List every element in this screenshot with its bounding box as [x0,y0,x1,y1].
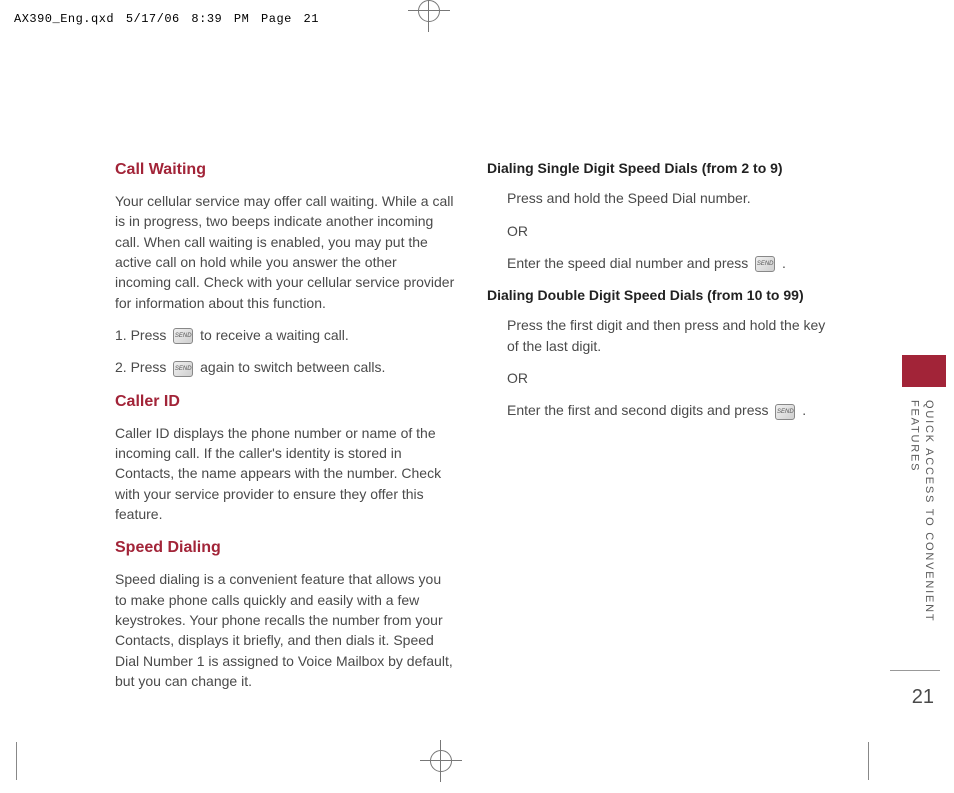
page-number: 21 [912,686,934,709]
section-tab [902,355,946,387]
body-text: Your cellular service may offer call wai… [115,191,455,313]
heading-single-digit: Dialing Single Digit Speed Dials (from 2… [487,158,827,178]
crop-mark [868,742,869,780]
send-key-icon: SEND [173,328,193,344]
body-text: Press the first digit and then press and… [507,315,827,356]
right-column: Dialing Single Digit Speed Dials (from 2… [487,158,827,703]
heading-speed-dialing: Speed Dialing [115,536,455,559]
registration-mark-bottom [430,750,452,772]
heading-double-digit: Dialing Double Digit Speed Dials (from 1… [487,285,827,305]
or-text: OR [507,368,827,388]
section-divider [890,670,940,671]
proof-header: AX390_Eng.qxd 5/17/06 8:39 PM Page 21 [14,12,319,26]
step-1: 1. Press SEND to receive a waiting call. [115,325,455,345]
or-text: OR [507,221,827,241]
heading-caller-id: Caller ID [115,390,455,413]
send-key-icon: SEND [775,404,795,420]
crop-mark [16,742,17,780]
body-text: Enter the speed dial number and press SE… [507,253,827,273]
heading-call-waiting: Call Waiting [115,158,455,181]
send-key-icon: SEND [173,361,193,377]
left-column: Call Waiting Your cellular service may o… [115,158,455,703]
body-text: Caller ID displays the phone number or n… [115,423,455,524]
send-key-icon: SEND [755,256,775,272]
body-text: Speed dialing is a convenient feature th… [115,569,455,691]
step-2: 2. Press SEND again to switch between ca… [115,357,455,377]
registration-mark-top [418,0,440,22]
body-text: Enter the first and second digits and pr… [507,400,827,420]
body-text: Press and hold the Speed Dial number. [507,188,827,208]
section-label: QUICK ACCESS TO CONVENIENT FEATURES [907,400,936,622]
